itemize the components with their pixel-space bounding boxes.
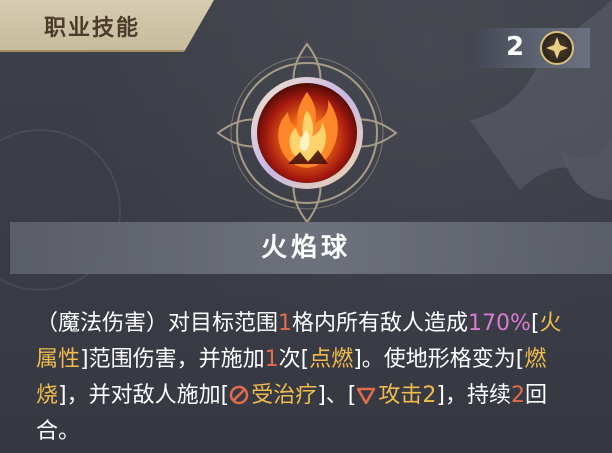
desc-duration-number: 2 [510,383,525,408]
skill-description: （魔法伤害）对目标范围1格内所有敌人造成170%[火属性]范围伤害，并施加1次[… [36,306,581,450]
desc-text: 格内所有敌人造成 [292,311,469,336]
desc-keyword-ignite[interactable]: 点燃 [309,347,353,372]
header-title: 职业技能 [44,16,141,41]
fireball-icon [248,74,366,192]
desc-text: （魔法伤害）对目标范围 [36,311,279,336]
cost-value: 2 [506,32,525,62]
desc-text: ]范围伤害，并施加 [80,347,265,372]
desc-text: ]。使地形格变为[ [353,347,525,372]
skill-detail-panel: 职业技能 2 火焰球 （魔法伤害）对目标范围1格内所有敌人造成170%[火属性]… [0,0,612,453]
skill-name: 火焰球 [260,233,351,263]
desc-keyword-healing-received[interactable]: 受治疗 [251,383,317,408]
desc-text: ]，持续 [436,383,511,408]
desc-apply-count: 1 [264,347,279,372]
attack-down-icon [356,381,376,405]
desc-text: ]、[ [317,383,357,408]
desc-range-number: 1 [278,311,293,336]
desc-keyword-attack-down[interactable]: 攻击2 [378,383,436,408]
no-heal-icon [229,381,249,405]
desc-text: 次[ [278,347,310,372]
desc-text: ]，并对敌人施加[ [58,383,230,408]
desc-damage-percent: 170% [468,311,531,336]
desc-text: [ [530,311,540,336]
star-coin-icon [540,31,574,65]
